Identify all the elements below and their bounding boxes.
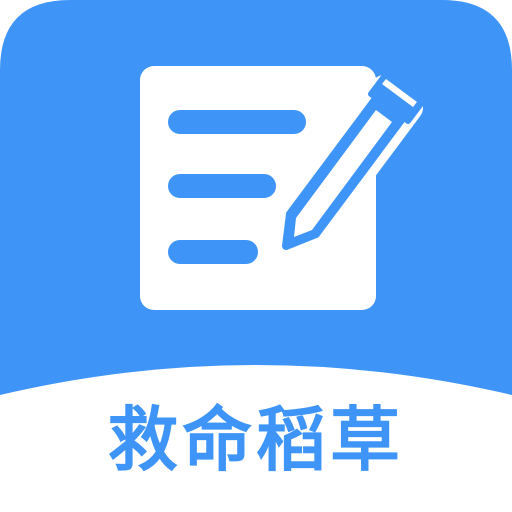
app-icon[interactable]: 救命稻草 — [0, 0, 512, 512]
notepad-line-3 — [168, 240, 258, 264]
app-name-label: 救命稻草 — [108, 398, 404, 481]
notepad-line-2 — [168, 174, 276, 198]
notepad-line-1 — [168, 110, 306, 134]
